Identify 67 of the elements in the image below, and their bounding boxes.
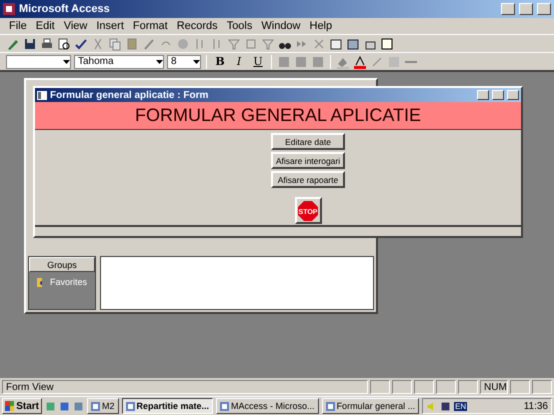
- font-size: 8: [171, 56, 177, 67]
- minimize-button[interactable]: [501, 3, 515, 15]
- menu-item[interactable]: Records: [176, 20, 218, 32]
- form-title: Formular general aplicatie : Form: [50, 90, 208, 100]
- style-button[interactable]: U: [250, 54, 266, 69]
- maximize-button[interactable]: [519, 3, 533, 15]
- menu-item[interactable]: Format: [132, 20, 168, 32]
- status-panel: [532, 380, 552, 394]
- printer-icon[interactable]: [40, 36, 54, 50]
- dropdown-arrow-icon[interactable]: [193, 60, 200, 64]
- print-preview-icon[interactable]: [57, 36, 71, 50]
- maximize-button[interactable]: [492, 90, 504, 100]
- menu-item[interactable]: Help: [310, 20, 332, 32]
- menu-item[interactable]: Tools: [226, 20, 252, 32]
- window-icon: [91, 402, 100, 410]
- start-button[interactable]: Start: [2, 398, 42, 414]
- num-lock-indicator: NUM: [480, 380, 508, 394]
- menu-item[interactable]: Window: [261, 20, 300, 32]
- dropdown-arrow-icon[interactable]: [63, 60, 70, 64]
- style-button[interactable]: I: [231, 54, 247, 69]
- status-panel: [392, 380, 412, 394]
- menu-item[interactable]: View: [64, 20, 88, 32]
- language-indicator[interactable]: EN: [454, 402, 468, 410]
- folder-icon: [37, 278, 42, 286]
- close-button[interactable]: [507, 90, 519, 100]
- status-panel: [458, 380, 478, 394]
- window-icon: [126, 402, 135, 410]
- status-panel: [370, 380, 390, 394]
- form-heading: FORMULAR GENERAL APLICATIE: [134, 105, 422, 126]
- groups-button[interactable]: Groups: [29, 257, 95, 272]
- form-icon: [37, 90, 47, 100]
- clipboard-icon[interactable]: [125, 36, 139, 50]
- status-panel: [414, 380, 434, 394]
- font-name: Tahoma: [78, 56, 114, 67]
- style-dropdown[interactable]: [6, 54, 71, 68]
- taskbar-button[interactable]: M2: [87, 398, 119, 414]
- window-icon: [220, 402, 230, 410]
- command-button[interactable]: Afisare interogari: [271, 152, 345, 169]
- window-title: Microsoft Access: [19, 3, 110, 15]
- close-button[interactable]: [537, 3, 551, 15]
- taskbar-button[interactable]: Repartitie mate...: [122, 398, 214, 414]
- properties-icon[interactable]: [329, 36, 343, 50]
- clock: 11:36: [524, 400, 548, 412]
- command-button[interactable]: Editare date: [271, 133, 345, 150]
- window-icon: [326, 402, 335, 410]
- font-color-icon[interactable]: [353, 54, 367, 68]
- spelling-icon[interactable]: [74, 36, 88, 50]
- menu-item[interactable]: Insert: [96, 20, 124, 32]
- brush-icon[interactable]: [142, 36, 156, 50]
- taskbar-button[interactable]: MAccess - Microso...: [216, 398, 319, 414]
- font-dropdown[interactable]: Tahoma: [74, 54, 164, 68]
- status-text: Form View: [2, 380, 368, 394]
- size-dropdown[interactable]: 8: [167, 54, 201, 68]
- group-item[interactable]: Favorites: [29, 272, 95, 292]
- status-panel: [436, 380, 456, 394]
- minimize-button[interactable]: [477, 90, 489, 100]
- dropdown-arrow-icon[interactable]: [156, 60, 163, 64]
- status-panel: [510, 380, 530, 394]
- command-button[interactable]: Afisare rapoarte: [271, 171, 345, 188]
- filter-icon[interactable]: [227, 36, 241, 50]
- style-button[interactable]: B: [212, 54, 228, 69]
- taskbar-button[interactable]: Formular general ...: [322, 398, 420, 414]
- menu-item[interactable]: File: [9, 20, 27, 32]
- copy-icon[interactable]: [108, 36, 122, 50]
- line-color-icon[interactable]: [370, 54, 384, 68]
- flag-icon: [5, 401, 14, 411]
- menu-item[interactable]: Edit: [36, 20, 55, 32]
